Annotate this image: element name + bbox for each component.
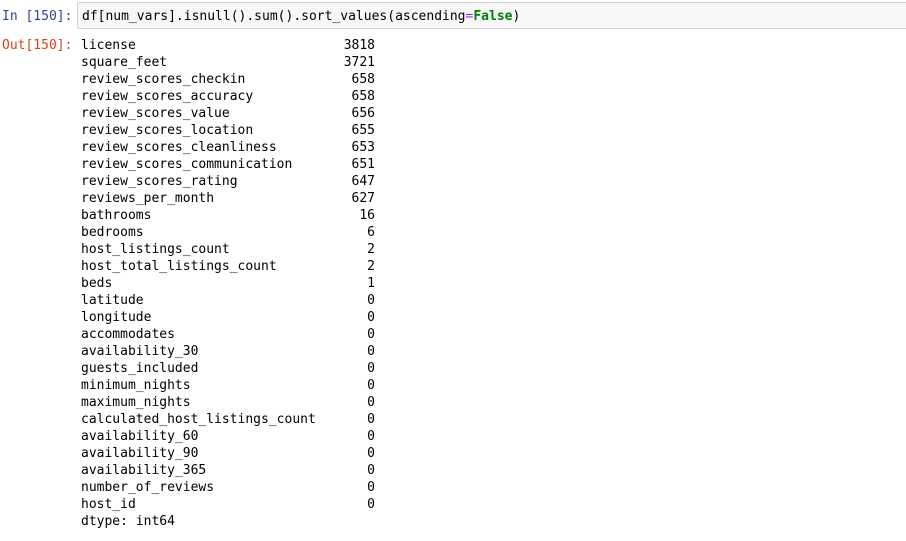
series-row: longitude 0 bbox=[81, 309, 401, 326]
series-index-label: review_scores_checkin bbox=[81, 72, 246, 87]
series-row: review_scores_value 656 bbox=[81, 105, 401, 122]
series-row: review_scores_accuracy 658 bbox=[81, 88, 401, 105]
series-row: number_of_reviews 0 bbox=[81, 479, 401, 496]
output-text: license 3818 square_feet 3721 review_scores_… bbox=[81, 37, 401, 530]
code-text: df[num_vars].isnull().sum().sort_values(… bbox=[82, 9, 466, 24]
series-null-count: 0 bbox=[367, 327, 375, 342]
series-row: maximum_nights 0 bbox=[81, 394, 401, 411]
series-null-count: 6 bbox=[367, 225, 375, 240]
series-index-label: review_scores_communication bbox=[81, 157, 293, 172]
series-index-label: host_id bbox=[81, 497, 136, 512]
input-prompt: In [150]: bbox=[2, 9, 73, 24]
series-row: availability_30 0 bbox=[81, 343, 401, 360]
series-null-count: 655 bbox=[351, 123, 375, 138]
series-null-count: 656 bbox=[351, 106, 375, 121]
series-index-label: latitude bbox=[81, 293, 144, 308]
series-null-count: 0 bbox=[367, 463, 375, 478]
series-row: review_scores_checkin 658 bbox=[81, 71, 401, 88]
series-row: availability_365 0 bbox=[81, 462, 401, 479]
series-index-label: availability_60 bbox=[81, 429, 199, 444]
series-null-count: 3818 bbox=[343, 38, 375, 53]
series-index-label: longitude bbox=[81, 310, 152, 325]
series-row: license 3818 bbox=[81, 37, 401, 54]
series-row: host_listings_count 2 bbox=[81, 241, 401, 258]
series-null-count: 2 bbox=[367, 242, 375, 257]
series-index-label: review_scores_value bbox=[81, 106, 230, 121]
series-null-count: 0 bbox=[367, 344, 375, 359]
series-index-label: maximum_nights bbox=[81, 395, 191, 410]
series-null-count: 3721 bbox=[343, 55, 375, 70]
series-index-label: number_of_reviews bbox=[81, 480, 215, 495]
series-index-label: guests_included bbox=[81, 361, 199, 376]
series-index-label: review_scores_cleanliness bbox=[81, 140, 277, 155]
series-null-count: 0 bbox=[367, 395, 375, 410]
series-row: minimum_nights 0 bbox=[81, 377, 401, 394]
code-editor[interactable]: df[num_vars].isnull().sum().sort_values(… bbox=[77, 2, 906, 29]
series-index-label: host_total_listings_count bbox=[81, 259, 277, 274]
code-line[interactable]: df[num_vars].isnull().sum().sort_values(… bbox=[82, 8, 520, 25]
series-index-label: calculated_host_listings_count bbox=[81, 412, 316, 427]
series-row: review_scores_cleanliness 653 bbox=[81, 139, 401, 156]
series-row: review_scores_location 655 bbox=[81, 122, 401, 139]
series-row: calculated_host_listings_count 0 bbox=[81, 411, 401, 428]
series-null-count: 651 bbox=[351, 157, 375, 172]
series-index-label: minimum_nights bbox=[81, 378, 191, 393]
series-null-count: 0 bbox=[367, 361, 375, 376]
series-null-count: 658 bbox=[351, 72, 375, 87]
series-row: reviews_per_month 627 bbox=[81, 190, 401, 207]
series-null-count: 653 bbox=[351, 140, 375, 155]
series-row: review_scores_rating 647 bbox=[81, 173, 401, 190]
notebook-cell: In [150]: df[num_vars].isnull().sum().so… bbox=[0, 0, 906, 541]
series-index-label: host_listings_count bbox=[81, 242, 230, 257]
series-null-count: 658 bbox=[351, 89, 375, 104]
series-null-count: 2 bbox=[367, 259, 375, 274]
series-null-count: 0 bbox=[367, 378, 375, 393]
series-row: review_scores_communication 651 bbox=[81, 156, 401, 173]
series-null-count: 1 bbox=[367, 276, 375, 291]
series-index-label: license bbox=[81, 38, 136, 53]
series-index-label: review_scores_location bbox=[81, 123, 254, 138]
series-index-label: accommodates bbox=[81, 327, 175, 342]
series-index-label: availability_365 bbox=[81, 463, 207, 478]
series-row: guests_included 0 bbox=[81, 360, 401, 377]
series-row: host_total_listings_count 2 bbox=[81, 258, 401, 275]
series-index-label: review_scores_rating bbox=[81, 174, 238, 189]
series-index-label: square_feet bbox=[81, 55, 168, 70]
series-row: availability_90 0 bbox=[81, 445, 401, 462]
series-index-label: bathrooms bbox=[81, 208, 152, 223]
series-index-label: reviews_per_month bbox=[81, 191, 215, 206]
series-row: square_feet 3721 bbox=[81, 54, 401, 71]
series-row: bathrooms 16 bbox=[81, 207, 401, 224]
output-area: Out[150]: license 3818 square_feet 3721 revi… bbox=[0, 37, 906, 537]
series-row: latitude 0 bbox=[81, 292, 401, 309]
dtype-label: dtype: int64 bbox=[81, 514, 175, 529]
series-row: accommodates 0 bbox=[81, 326, 401, 343]
series-null-count: 0 bbox=[367, 412, 375, 427]
code-keyword: False bbox=[473, 9, 513, 24]
code-closing-paren: ) bbox=[512, 9, 521, 24]
series-null-count: 647 bbox=[351, 174, 375, 189]
series-null-count: 627 bbox=[351, 191, 375, 206]
series-index-label: beds bbox=[81, 276, 113, 291]
input-area: In [150]: df[num_vars].isnull().sum().so… bbox=[0, 2, 906, 31]
series-row: bedrooms 6 bbox=[81, 224, 401, 241]
series-null-count: 0 bbox=[367, 446, 375, 461]
series-index-label: availability_30 bbox=[81, 344, 199, 359]
series-index-label: bedrooms bbox=[81, 225, 144, 240]
series-row: host_id 0 bbox=[81, 496, 401, 513]
series-null-count: 0 bbox=[367, 310, 375, 325]
series-row: availability_60 0 bbox=[81, 428, 401, 445]
series-index-label: availability_90 bbox=[81, 446, 199, 461]
series-row: beds 1 bbox=[81, 275, 401, 292]
series-null-count: 0 bbox=[367, 429, 375, 444]
series-null-count: 0 bbox=[367, 480, 375, 495]
series-index-label: review_scores_accuracy bbox=[81, 89, 254, 104]
output-prompt: Out[150]: bbox=[2, 38, 73, 53]
series-null-count: 16 bbox=[359, 208, 375, 223]
series-null-count: 0 bbox=[367, 293, 375, 308]
series-null-count: 0 bbox=[367, 497, 375, 512]
